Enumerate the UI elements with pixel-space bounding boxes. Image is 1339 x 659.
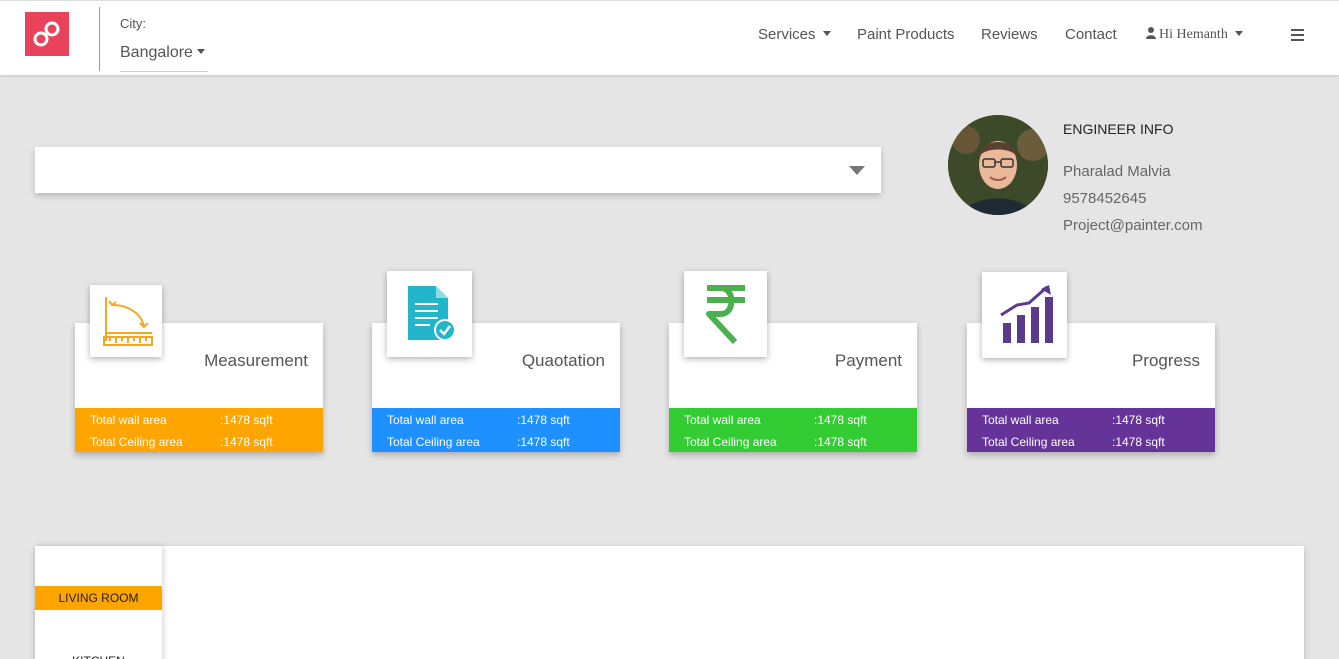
top-navbar: City: Bangalore Services Paint Products … xyxy=(0,0,1339,76)
chevron-down-icon xyxy=(196,48,205,54)
nav-reviews[interactable]: Reviews xyxy=(981,26,1038,43)
card-title: Quaotation xyxy=(521,351,605,370)
engineer-email[interactable]: Project@painter.com xyxy=(1063,217,1202,234)
card-footer: Total wall area :1478 sqft Total Ceiling … xyxy=(669,408,917,452)
row-label: Total Ceiling area xyxy=(982,435,1075,449)
row-label: Total Ceiling area xyxy=(90,435,183,449)
nav-services-label: Services xyxy=(758,26,816,43)
dropdown-arrow-icon xyxy=(849,166,865,175)
chevron-down-icon xyxy=(1234,30,1243,36)
logo-rings-icon xyxy=(33,21,60,47)
city-value: Bangalore xyxy=(120,44,193,61)
card-title: Progress xyxy=(1131,351,1200,370)
card-footer: Total wall area :1478 sqft Total Ceiling … xyxy=(75,408,323,452)
row-label: Total wall area xyxy=(684,413,761,427)
row-label: Total wall area xyxy=(982,413,1059,427)
progress-chart-icon xyxy=(982,272,1067,358)
engineer-name: Pharalad Malvia xyxy=(1063,163,1171,180)
row-value: :1478 sqft xyxy=(220,435,273,449)
user-greeting: Hi Hemanth xyxy=(1159,27,1228,42)
card-row: Total Ceiling area :1478 sqft xyxy=(75,434,323,456)
card-row: Total Ceiling area :1478 sqft xyxy=(669,434,917,456)
header-divider xyxy=(99,7,100,71)
card-row: Total Ceiling area :1478 sqft xyxy=(372,434,620,456)
row-label: Total Ceiling area xyxy=(684,435,777,449)
card-row: Total wall area :1478 sqft xyxy=(372,412,620,434)
chevron-down-icon xyxy=(822,31,831,37)
engineer-info-heading: ENGINEER INFO xyxy=(1063,121,1174,137)
room-tabs: LIVING ROOM KITCHEN xyxy=(35,546,162,659)
nav-contact[interactable]: Contact xyxy=(1065,26,1117,43)
card-row: Total wall area :1478 sqft xyxy=(75,412,323,434)
card-footer: Total wall area :1478 sqft Total Ceiling … xyxy=(372,408,620,452)
room-tab-living-room[interactable]: LIVING ROOM xyxy=(35,586,162,610)
card-row: Total wall area :1478 sqft xyxy=(669,412,917,434)
quotation-document-icon xyxy=(387,271,472,357)
row-value: :1478 sqft xyxy=(1112,413,1165,427)
room-details-panel xyxy=(35,546,1304,659)
card-title: Measurement xyxy=(204,351,308,370)
engineer-avatar xyxy=(948,115,1048,215)
card-footer: Total wall area :1478 sqft Total Ceiling … xyxy=(967,408,1215,452)
user-icon xyxy=(1146,27,1156,39)
rupee-icon xyxy=(684,271,767,357)
room-tab-kitchen[interactable]: KITCHEN xyxy=(35,649,162,659)
row-label: Total wall area xyxy=(387,413,464,427)
person-photo-icon xyxy=(948,115,1048,215)
hamburger-menu-icon[interactable] xyxy=(1291,29,1304,44)
row-value: :1478 sqft xyxy=(517,413,570,427)
engineer-phone: 9578452645 xyxy=(1063,190,1147,207)
card-row: Total Ceiling area :1478 sqft xyxy=(967,434,1215,456)
row-value: :1478 sqft xyxy=(814,435,867,449)
nav-services[interactable]: Services xyxy=(758,26,831,43)
row-label: Total wall area xyxy=(90,413,167,427)
project-select-dropdown[interactable] xyxy=(35,147,881,193)
city-dropdown[interactable]: Bangalore xyxy=(120,44,208,72)
brand-logo[interactable] xyxy=(25,12,69,56)
measurement-icon xyxy=(90,285,162,357)
nav-user-menu[interactable]: Hi Hemanth xyxy=(1146,27,1243,43)
row-value: :1478 sqft xyxy=(517,435,570,449)
row-value: :1478 sqft xyxy=(814,413,867,427)
row-value: :1478 sqft xyxy=(1112,435,1165,449)
city-label: City: xyxy=(120,16,146,31)
nav-paint-products[interactable]: Paint Products xyxy=(857,26,955,43)
card-row: Total wall area :1478 sqft xyxy=(967,412,1215,434)
row-value: :1478 sqft xyxy=(220,413,273,427)
row-label: Total Ceiling area xyxy=(387,435,480,449)
card-title: Payment xyxy=(834,351,902,370)
